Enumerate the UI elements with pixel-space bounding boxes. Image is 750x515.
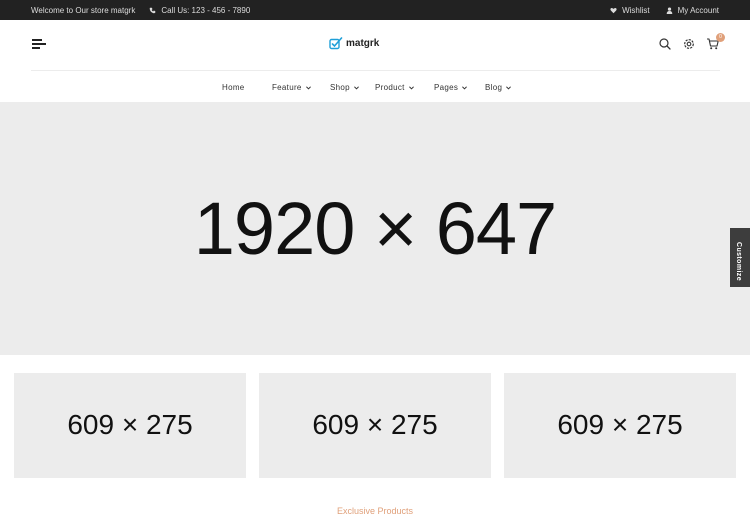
search-icon[interactable] [658, 37, 672, 51]
nav-item-pages[interactable]: Pages [434, 83, 468, 92]
nav-item-home[interactable]: Home [222, 83, 245, 92]
promo-banner[interactable]: 609 × 275 [14, 373, 246, 478]
site-header: matgrk 0 [0, 20, 750, 70]
wishlist-label: Wishlist [622, 6, 650, 15]
promo-banner[interactable]: 609 × 275 [259, 373, 491, 478]
menu-line [32, 47, 40, 49]
phone-info: Call Us: 123 - 456 - 7890 [149, 6, 250, 15]
my-account-link[interactable]: My Account [666, 6, 719, 15]
main-nav: Home Feature Shop Product Pages Blog [0, 79, 750, 97]
top-bar-right: Wishlist My Account [610, 6, 719, 15]
nav-item-label: Pages [434, 83, 459, 92]
heart-icon [610, 7, 617, 14]
chevron-down-icon [408, 85, 414, 89]
cart-count-badge: 0 [716, 33, 725, 42]
menu-line [32, 39, 42, 41]
wishlist-link[interactable]: Wishlist [610, 6, 650, 15]
top-bar: Welcome to Our store matgrk Call Us: 123… [0, 0, 750, 20]
top-bar-left: Welcome to Our store matgrk Call Us: 123… [31, 6, 250, 15]
user-icon [666, 7, 672, 14]
nav-item-label: Feature [272, 83, 302, 92]
nav-item-label: Home [222, 83, 245, 92]
chevron-down-icon [353, 85, 359, 89]
banner-placeholder-text: 609 × 275 [557, 409, 683, 440]
hero-placeholder-text: 1920 × 647 [193, 187, 557, 270]
menu-line [32, 43, 46, 45]
site-logo[interactable]: matgrk [329, 37, 379, 50]
section-title: Exclusive Products [336, 506, 414, 515]
customize-tab[interactable]: Customize [730, 228, 750, 287]
nav-item-label: Blog [485, 83, 503, 92]
banner-placeholder-text: 609 × 275 [312, 409, 438, 440]
cart-icon[interactable]: 0 [706, 33, 725, 51]
nav-item-blog[interactable]: Blog [485, 83, 512, 92]
header-icons: 0 [648, 33, 725, 51]
hamburger-menu-icon[interactable] [32, 39, 46, 51]
welcome-text: Welcome to Our store matgrk [31, 6, 136, 15]
settings-gear-icon[interactable] [682, 37, 696, 51]
chevron-down-icon [506, 85, 512, 89]
header-divider [31, 70, 720, 71]
nav-item-product[interactable]: Product [375, 83, 414, 92]
banner-placeholder-text: 609 × 275 [67, 409, 193, 440]
phone-text: Call Us: 123 - 456 - 7890 [161, 6, 251, 15]
phone-icon [150, 7, 156, 14]
nav-item-feature[interactable]: Feature [272, 83, 311, 92]
chevron-down-icon [462, 85, 468, 89]
nav-item-label: Shop [330, 83, 350, 92]
logo-icon [329, 37, 343, 50]
hero-banner[interactable]: 1920 × 647 [0, 102, 750, 355]
promo-banner[interactable]: 609 × 275 [504, 373, 736, 478]
customize-label: Customize [735, 242, 742, 281]
nav-item-label: Product [375, 83, 405, 92]
chevron-down-icon [305, 85, 311, 89]
nav-item-shop[interactable]: Shop [330, 83, 359, 92]
logo-text: matgrk [346, 38, 380, 49]
my-account-label: My Account [677, 6, 719, 15]
